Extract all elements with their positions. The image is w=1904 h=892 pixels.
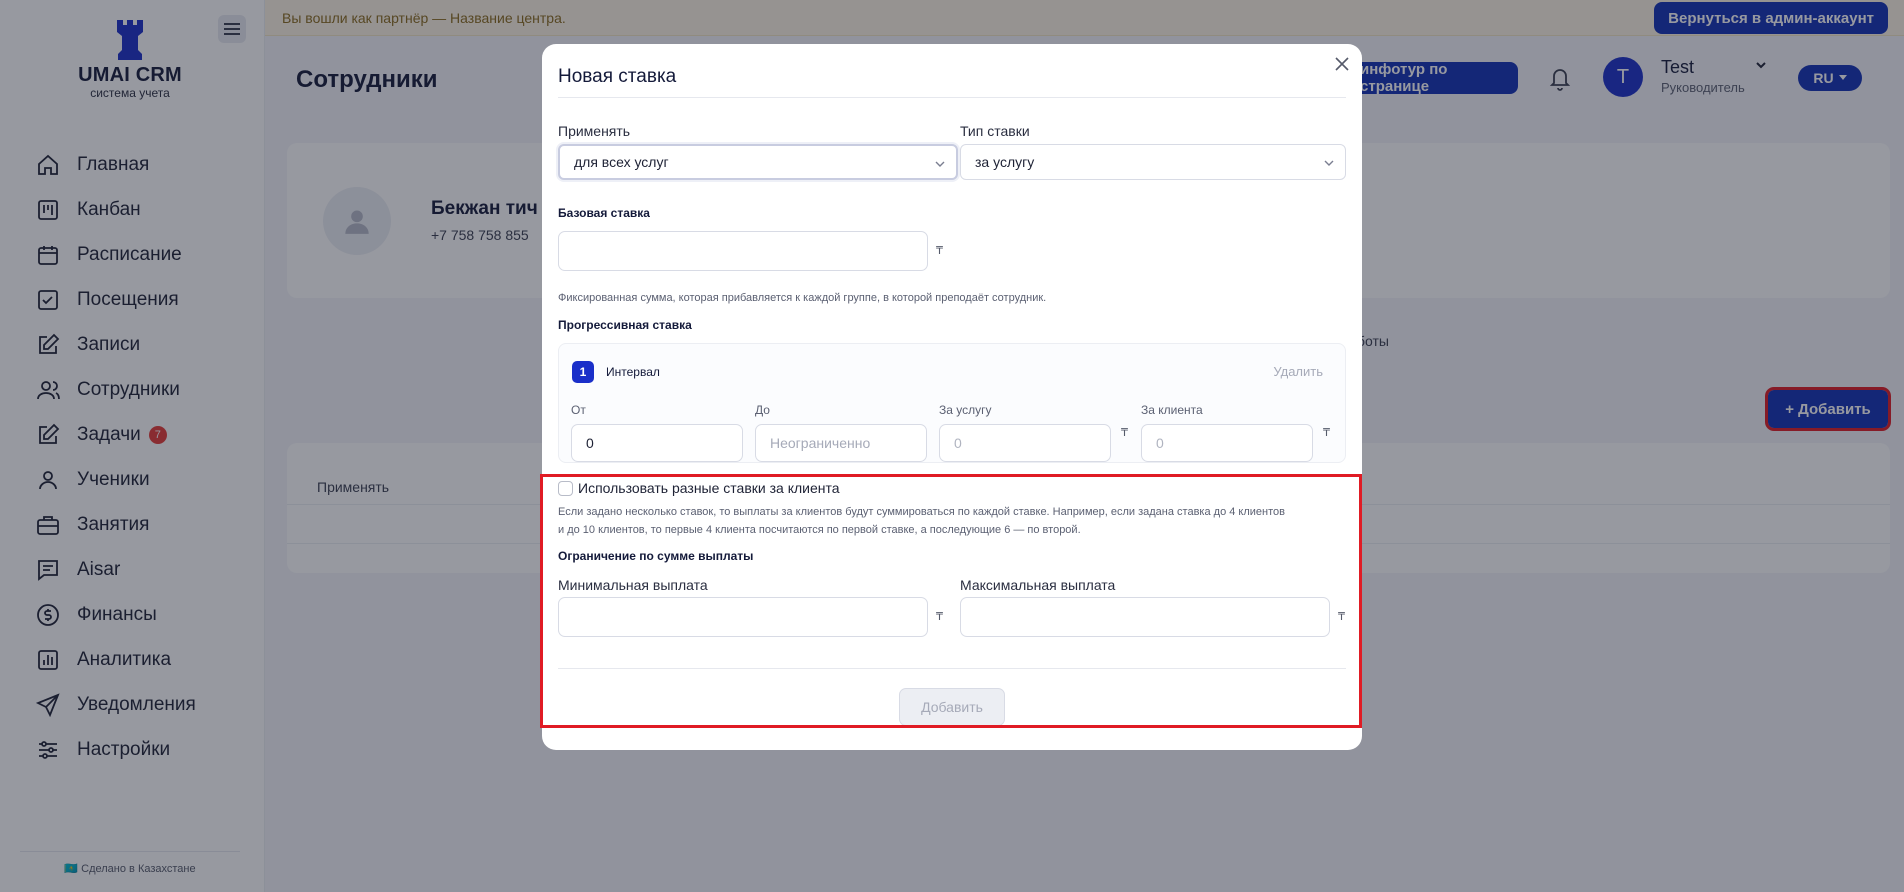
payout-limit-title: Ограничение по сумме выплаты [558, 549, 754, 563]
interval-title: Интервал [606, 365, 660, 379]
chevron-down-icon [935, 161, 945, 167]
max-payout-input[interactable] [960, 597, 1330, 637]
base-rate-hint: Фиксированная сумма, которая прибавляетс… [558, 292, 1047, 304]
from-value: 0 [586, 435, 594, 451]
min-payout-input[interactable] [558, 597, 928, 637]
different-client-rates-option[interactable]: Использовать разные ставки за клиента [558, 480, 840, 496]
add-button[interactable]: Добавить [899, 688, 1005, 726]
chevron-down-icon [1324, 160, 1334, 166]
to-placeholder: Неограниченно [770, 435, 871, 451]
apply-label: Применять [558, 123, 631, 139]
per-client-value: 0 [1156, 435, 1164, 451]
rate-type-select[interactable]: за услугу [960, 144, 1346, 180]
currency-icon: ₸ [936, 245, 943, 257]
interval-card: 1 Интервал Удалить От 0 До Неограниченно… [558, 343, 1346, 463]
currency-icon: ₸ [1121, 427, 1128, 439]
apply-select-value: для всех услуг [574, 154, 669, 170]
per-service-label: За услугу [939, 403, 992, 417]
modal-title: Новая ставка [558, 66, 677, 87]
base-rate-input[interactable] [558, 231, 928, 271]
multi-rate-hint-line-2: и до 10 клиентов, то первые 4 клиента по… [558, 524, 1081, 536]
multi-rate-hint-line-1: Если задано несколько ставок, то выплаты… [558, 506, 1285, 518]
divider [558, 97, 1346, 98]
per-client-label: За клиента [1141, 403, 1203, 417]
interval-number: 1 [572, 361, 594, 383]
different-client-rates-checkbox[interactable] [558, 480, 573, 496]
from-input[interactable]: 0 [571, 424, 743, 462]
per-service-input[interactable]: 0 [939, 424, 1111, 462]
min-payout-label: Минимальная выплата [558, 577, 708, 593]
rate-type-label: Тип ставки [960, 123, 1030, 139]
divider [558, 668, 1346, 669]
checkbox-label: Использовать разные ставки за клиента [578, 480, 840, 496]
currency-icon: ₸ [936, 611, 943, 623]
progressive-rate-title: Прогрессивная ставка [558, 318, 692, 332]
base-rate-title: Базовая ставка [558, 206, 650, 220]
currency-icon: ₸ [1338, 611, 1345, 623]
per-client-input[interactable]: 0 [1141, 424, 1313, 462]
per-service-value: 0 [954, 435, 962, 451]
delete-interval-button[interactable]: Удалить [1273, 364, 1323, 379]
to-input[interactable]: Неограниченно [755, 424, 927, 462]
apply-select[interactable]: для всех услуг [558, 144, 958, 180]
new-rate-modal: Новая ставка Применять для всех услуг Ти… [542, 44, 1362, 750]
currency-icon: ₸ [1323, 427, 1330, 439]
to-label: До [755, 403, 770, 417]
rate-type-select-value: за услугу [975, 154, 1035, 170]
close-icon[interactable] [1332, 54, 1352, 74]
from-label: От [571, 403, 586, 417]
max-payout-label: Максимальная выплата [960, 577, 1116, 593]
